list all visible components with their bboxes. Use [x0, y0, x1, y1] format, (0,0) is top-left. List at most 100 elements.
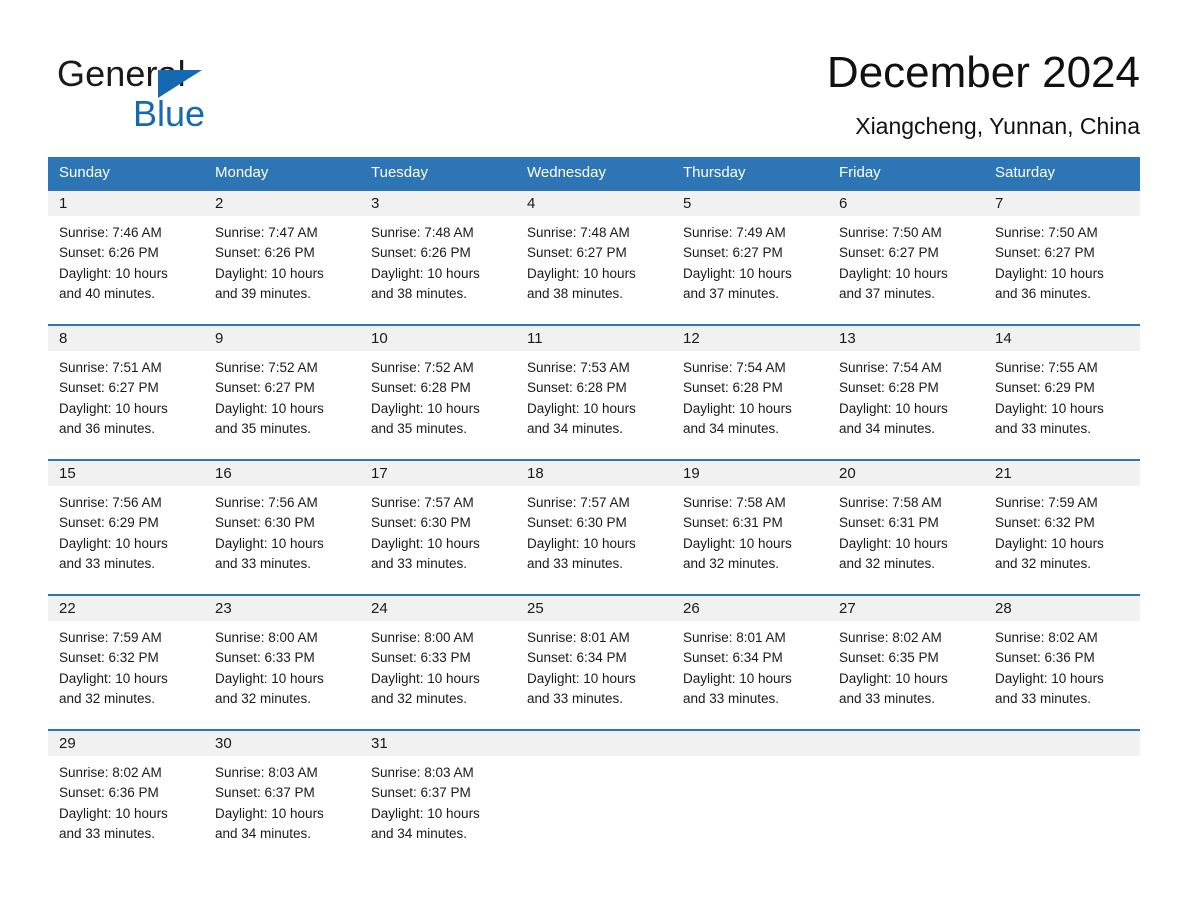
daylight-text-line1: Daylight: 10 hours — [839, 535, 948, 551]
day-number: 9 — [215, 330, 224, 347]
sunrise-text: Sunrise: 7:47 AM — [215, 225, 318, 240]
sunrise-text: Sunrise: 7:48 AM — [527, 225, 630, 240]
day-cell[interactable]: 23 Sunrise: 8:00 AM Sunset: 6:33 PM Dayligh… — [204, 596, 360, 729]
sunset-text: Sunset: 6:30 PM — [215, 515, 315, 531]
daylight-text-line1: Daylight: 10 hours — [371, 400, 480, 416]
day-cell[interactable]: 4 Sunrise: 7:48 AM Sunset: 6:27 PM Daylight… — [516, 191, 672, 324]
day-cell[interactable]: 28 Sunrise: 8:02 AM Sunset: 6:36 PM Dayligh… — [984, 596, 1140, 729]
day-cell[interactable]: 29 Sunrise: 8:02 AM Sunset: 6:36 PM Dayligh… — [48, 731, 204, 849]
weekday-header-sunday: Sunday — [59, 164, 110, 181]
day-cell[interactable]: 5 Sunrise: 7:49 AM Sunset: 6:27 PM Daylight… — [672, 191, 828, 324]
day-number: 16 — [215, 465, 232, 482]
day-details: Sunrise: 8:02 AM Sunset: 6:36 PM Daylight:… — [984, 621, 1140, 709]
day-cell[interactable]: 6 Sunrise: 7:50 AM Sunset: 6:27 PM Daylight… — [828, 191, 984, 324]
sunrise-text: Sunrise: 8:02 AM — [995, 630, 1098, 645]
day-cell[interactable]: 31 Sunrise: 8:03 AM Sunset: 6:37 PM Dayligh… — [360, 731, 516, 849]
sunrise-text: Sunrise: 7:46 AM — [59, 225, 162, 240]
daylight-text-line2: and 33 minutes. — [215, 555, 312, 571]
sunrise-text: Sunrise: 8:02 AM — [59, 765, 162, 780]
daylight-text-line1: Daylight: 10 hours — [839, 265, 948, 281]
day-number: 4 — [527, 195, 536, 212]
day-cell[interactable]: 10 Sunrise: 7:52 AM Sunset: 6:28 PM Dayligh… — [360, 326, 516, 459]
day-cell[interactable]: 18 Sunrise: 7:57 AM Sunset: 6:30 PM Dayligh… — [516, 461, 672, 594]
weekday-header-monday: Monday — [215, 164, 269, 181]
day-number: 17 — [371, 465, 388, 482]
day-number: 31 — [371, 735, 388, 752]
day-details: Sunrise: 7:58 AM Sunset: 6:31 PM Daylight:… — [672, 486, 828, 574]
day-cell[interactable]: 20 Sunrise: 7:58 AM Sunset: 6:31 PM Dayligh… — [828, 461, 984, 594]
day-cell[interactable]: 26 Sunrise: 8:01 AM Sunset: 6:34 PM Dayligh… — [672, 596, 828, 729]
sunrise-text: Sunrise: 7:50 AM — [995, 225, 1098, 240]
daylight-text-line2: and 33 minutes. — [527, 690, 624, 706]
week-row: 29 Sunrise: 8:02 AM Sunset: 6:36 PM Dayligh… — [48, 729, 1140, 849]
sunset-text: Sunset: 6:28 PM — [839, 380, 939, 396]
day-number-band: 26 — [672, 596, 828, 621]
sunset-text: Sunset: 6:28 PM — [683, 380, 783, 396]
day-details: Sunrise: 8:01 AM Sunset: 6:34 PM Daylight:… — [672, 621, 828, 709]
day-cell[interactable]: 7 Sunrise: 7:50 AM Sunset: 6:27 PM Daylight… — [984, 191, 1140, 324]
day-cell[interactable]: 16 Sunrise: 7:56 AM Sunset: 6:30 PM Dayligh… — [204, 461, 360, 594]
day-details: Sunrise: 7:57 AM Sunset: 6:30 PM Daylight:… — [516, 486, 672, 574]
sunset-text: Sunset: 6:31 PM — [839, 515, 939, 531]
daylight-text-line1: Daylight: 10 hours — [371, 265, 480, 281]
day-details: Sunrise: 7:48 AM Sunset: 6:27 PM Daylight:… — [516, 216, 672, 304]
daylight-text-line2: and 34 minutes. — [371, 825, 468, 841]
day-cell[interactable]: 22 Sunrise: 7:59 AM Sunset: 6:32 PM Dayligh… — [48, 596, 204, 729]
sunrise-text: Sunrise: 8:00 AM — [215, 630, 318, 645]
daylight-text-line1: Daylight: 10 hours — [839, 400, 948, 416]
day-cell[interactable]: 8 Sunrise: 7:51 AM Sunset: 6:27 PM Daylight… — [48, 326, 204, 459]
day-cell[interactable]: 25 Sunrise: 8:01 AM Sunset: 6:34 PM Dayligh… — [516, 596, 672, 729]
day-number-band: 11 — [516, 326, 672, 351]
day-number: 18 — [527, 465, 544, 482]
daylight-text-line1: Daylight: 10 hours — [215, 670, 324, 686]
day-cell[interactable]: 19 Sunrise: 7:58 AM Sunset: 6:31 PM Dayligh… — [672, 461, 828, 594]
day-number: 14 — [995, 330, 1012, 347]
week-row: 8 Sunrise: 7:51 AM Sunset: 6:27 PM Daylight… — [48, 324, 1140, 459]
day-number-band: 17 — [360, 461, 516, 486]
day-cell[interactable]: 14 Sunrise: 7:55 AM Sunset: 6:29 PM Dayligh… — [984, 326, 1140, 459]
day-cell[interactable]: 12 Sunrise: 7:54 AM Sunset: 6:28 PM Dayligh… — [672, 326, 828, 459]
day-cell[interactable]: 3 Sunrise: 7:48 AM Sunset: 6:26 PM Daylight… — [360, 191, 516, 324]
daylight-text-line2: and 40 minutes. — [59, 285, 156, 301]
daylight-text-line2: and 32 minutes. — [683, 555, 780, 571]
sunset-text: Sunset: 6:26 PM — [215, 245, 315, 261]
day-number-band: 12 — [672, 326, 828, 351]
day-number: 23 — [215, 600, 232, 617]
day-number-band: 1 — [48, 191, 204, 216]
day-cell[interactable]: 27 Sunrise: 8:02 AM Sunset: 6:35 PM Dayligh… — [828, 596, 984, 729]
day-cell-empty — [672, 731, 828, 849]
day-cell[interactable]: 15 Sunrise: 7:56 AM Sunset: 6:29 PM Dayligh… — [48, 461, 204, 594]
daylight-text-line1: Daylight: 10 hours — [59, 670, 168, 686]
daylight-text-line2: and 33 minutes. — [683, 690, 780, 706]
sunrise-text: Sunrise: 7:50 AM — [839, 225, 942, 240]
day-details: Sunrise: 7:58 AM Sunset: 6:31 PM Daylight:… — [828, 486, 984, 574]
sunset-text: Sunset: 6:27 PM — [683, 245, 783, 261]
day-cell[interactable]: 1 Sunrise: 7:46 AM Sunset: 6:26 PM Daylight… — [48, 191, 204, 324]
day-number-band: 5 — [672, 191, 828, 216]
sunrise-text: Sunrise: 8:03 AM — [215, 765, 318, 780]
day-number-band: 27 — [828, 596, 984, 621]
day-cell[interactable]: 30 Sunrise: 8:03 AM Sunset: 6:37 PM Dayligh… — [204, 731, 360, 849]
day-cell[interactable]: 9 Sunrise: 7:52 AM Sunset: 6:27 PM Daylight… — [204, 326, 360, 459]
day-cell[interactable]: 11 Sunrise: 7:53 AM Sunset: 6:28 PM Dayligh… — [516, 326, 672, 459]
day-details: Sunrise: 8:02 AM Sunset: 6:35 PM Daylight:… — [828, 621, 984, 709]
daylight-text-line2: and 33 minutes. — [59, 555, 156, 571]
day-number-band — [672, 731, 828, 756]
day-details: Sunrise: 8:03 AM Sunset: 6:37 PM Daylight:… — [204, 756, 360, 844]
daylight-text-line2: and 37 minutes. — [683, 285, 780, 301]
daylight-text-line2: and 32 minutes. — [839, 555, 936, 571]
generalblue-logo[interactable]: General Blue — [57, 54, 317, 140]
day-cell[interactable]: 2 Sunrise: 7:47 AM Sunset: 6:26 PM Daylight… — [204, 191, 360, 324]
daylight-text-line2: and 33 minutes. — [371, 555, 468, 571]
day-cell[interactable]: 24 Sunrise: 8:00 AM Sunset: 6:33 PM Dayligh… — [360, 596, 516, 729]
daylight-text-line1: Daylight: 10 hours — [371, 670, 480, 686]
day-cell[interactable]: 17 Sunrise: 7:57 AM Sunset: 6:30 PM Dayligh… — [360, 461, 516, 594]
sunset-text: Sunset: 6:28 PM — [527, 380, 627, 396]
day-number-band: 15 — [48, 461, 204, 486]
weekday-header-row: Sunday Monday Tuesday Wednesday Thursday… — [48, 157, 1140, 189]
day-cell[interactable]: 13 Sunrise: 7:54 AM Sunset: 6:28 PM Dayligh… — [828, 326, 984, 459]
day-cell[interactable]: 21 Sunrise: 7:59 AM Sunset: 6:32 PM Dayligh… — [984, 461, 1140, 594]
sunset-text: Sunset: 6:36 PM — [59, 785, 159, 801]
day-number-band: 30 — [204, 731, 360, 756]
day-number-band: 7 — [984, 191, 1140, 216]
